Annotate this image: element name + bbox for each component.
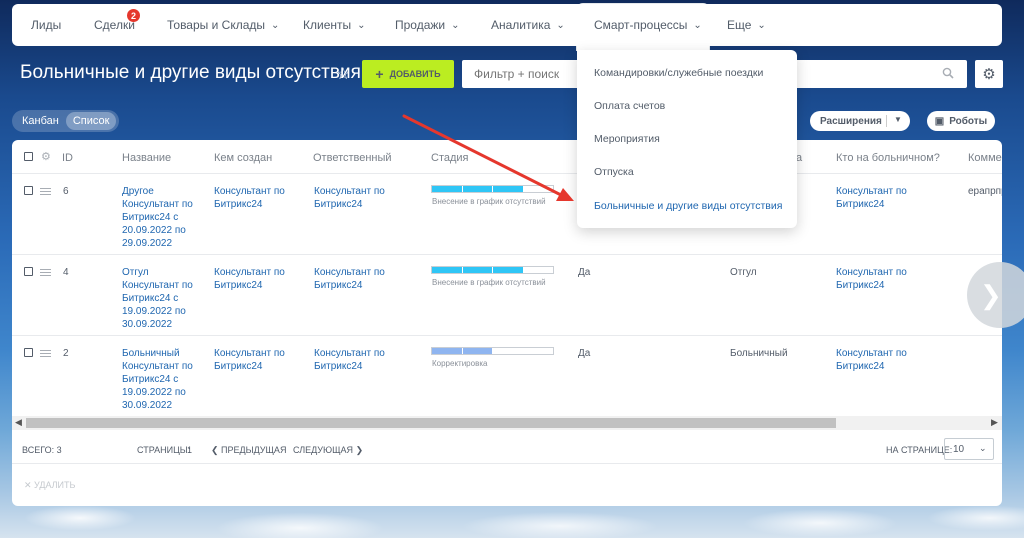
annotation-arrow <box>402 114 574 201</box>
